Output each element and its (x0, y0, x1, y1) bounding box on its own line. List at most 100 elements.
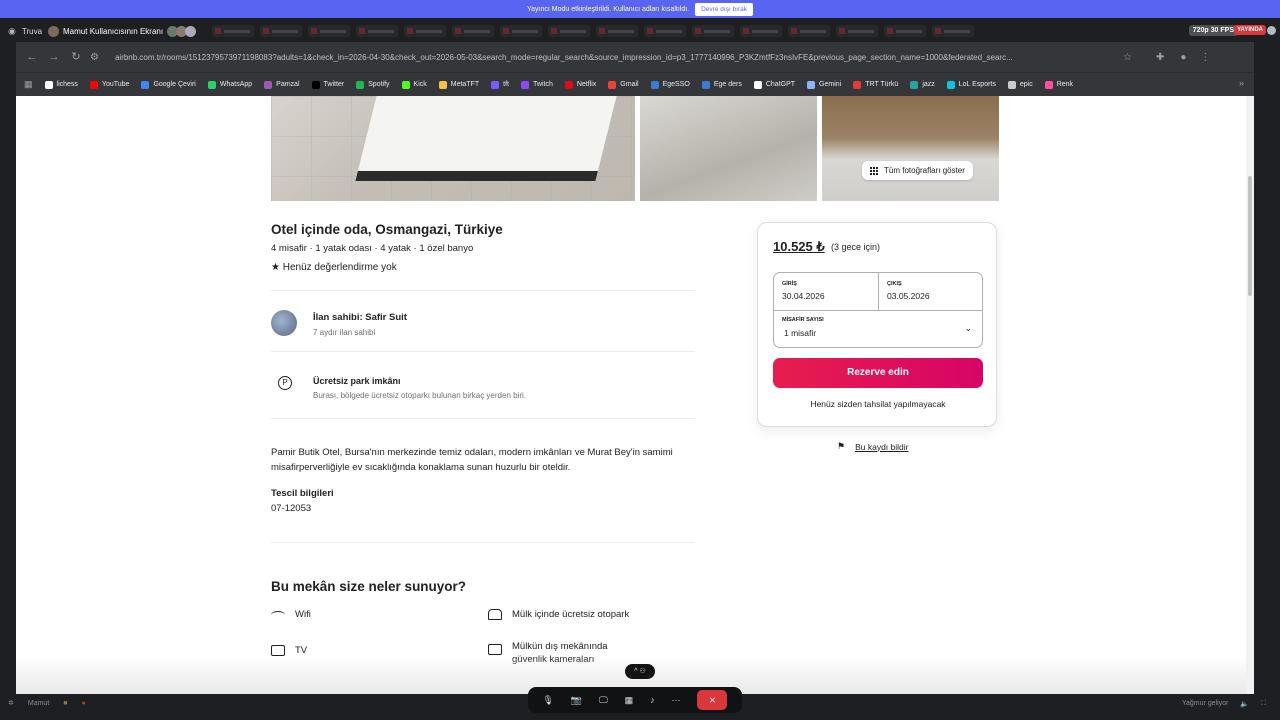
settings-icon[interactable]: ✲ (8, 699, 14, 707)
profile-icon[interactable]: ● (1180, 52, 1186, 63)
weather-label: Yağmur geliyor (1181, 700, 1229, 707)
bookmark-item[interactable]: TRT Türkü (853, 80, 899, 89)
bookmark-item[interactable]: Twitter (311, 80, 344, 89)
bookmark-item[interactable]: Netflix (564, 80, 596, 89)
live-badge: YAYINDA (1234, 25, 1266, 35)
listing-photo-bathroom[interactable] (640, 96, 817, 201)
activities-icon[interactable]: ▦ (625, 695, 634, 706)
tab (548, 25, 591, 37)
disable-streamer-mode-button[interactable]: Devre dışı bırak (695, 2, 753, 16)
amenity-label: Wifi (295, 609, 311, 620)
more-icon[interactable]: ··· (672, 695, 681, 705)
call-controls: 🎙 📷 🖵 ▦ ♪ ··· ⨯ (528, 687, 742, 713)
bookmark-star-icon[interactable]: ☆ (1123, 52, 1132, 63)
bookmark-favicon-icon (650, 80, 659, 89)
soundboard-icon[interactable]: ♪ (650, 695, 655, 705)
bookmark-item[interactable]: WhatsApp (207, 80, 252, 89)
bookmarks-overflow-icon[interactable]: » (1239, 78, 1244, 88)
scrollbar-thumb[interactable] (1248, 176, 1252, 296)
tab (356, 25, 399, 37)
screen-share-icon[interactable]: 🖵 (599, 695, 608, 706)
tab (884, 25, 927, 37)
report-listing-link[interactable]: ⚑ Bu kaydı bildir (837, 441, 908, 452)
bookmarks-bar: ▦ lichess YouTube Google Çeviri WhatsApp Pam… (16, 72, 1254, 96)
bookmark-item[interactable]: Twitch (521, 80, 553, 89)
show-all-photos-button[interactable]: Tüm fotoğrafları göster (862, 161, 973, 180)
bookmark-item[interactable]: YouTube (89, 80, 130, 89)
host-tenure: 7 aydır ilan sahibi (313, 328, 376, 337)
site-info-icon[interactable]: ⚙ (90, 52, 99, 63)
tab (308, 25, 351, 37)
help-icon[interactable] (1267, 26, 1276, 35)
apps-grid-icon[interactable]: ▦ (24, 79, 33, 90)
bookmark-item[interactable]: Gemini (807, 80, 841, 89)
bookmark-label: MetaTFT (450, 81, 480, 88)
tab (500, 25, 543, 37)
tab (404, 25, 447, 37)
bookmark-item[interactable]: EgeSSO (650, 80, 690, 89)
bookmark-item[interactable]: Kick (401, 80, 427, 89)
bookmark-item[interactable]: Spotify (356, 80, 390, 89)
bookmark-item[interactable]: tft (491, 80, 509, 89)
bookmark-item[interactable]: lichess (44, 80, 78, 89)
back-icon[interactable]: ← (26, 51, 38, 63)
bookmark-label: EgeSSO (662, 81, 690, 88)
bookmark-item[interactable]: ChatGPT (753, 80, 795, 89)
volume-icon[interactable]: 🔈 (1240, 700, 1249, 708)
guests-label: MİSAFİR SAYISI (782, 317, 824, 323)
bookmark-item[interactable]: Gmail (608, 80, 639, 89)
menu-icon[interactable]: ⋮ (1200, 52, 1210, 63)
no-charge-note: Henüz sizden tahsilat yapılmayacak (810, 399, 946, 409)
bookmark-label: YouTube (101, 81, 130, 88)
extensions-icon[interactable]: ✚ (1156, 52, 1164, 63)
listing-photo-room[interactable] (822, 96, 999, 201)
amenity-item: Wifi (271, 609, 311, 620)
guests-select[interactable]: 1 misafir (784, 328, 816, 338)
listing-photo-bed[interactable] (271, 96, 635, 201)
report-listing-label: Bu kaydı bildir (855, 441, 909, 452)
bookmark-item[interactable]: Ege ders (701, 80, 742, 89)
taskbar-right: Yağmur geliyor 🔈 ⛶ (1182, 700, 1266, 708)
bookmark-item[interactable]: Renk (1044, 80, 1074, 89)
url-field[interactable]: airbnb.com.tr/rooms/1512379573971198083?… (115, 53, 1115, 62)
discord-top-bar: Yayıncı Modu etkinleştirildi. Kullanıcı … (0, 0, 1280, 20)
browser-tabs-preview (212, 25, 975, 37)
server-name[interactable]: Truva (22, 27, 42, 36)
chevron-down-icon[interactable]: ⌄ (964, 323, 972, 334)
parking-icon: P (278, 376, 292, 390)
bookmark-item[interactable]: epic (1007, 80, 1033, 89)
bookmark-item[interactable]: MetaTFT (438, 80, 480, 89)
bookmark-favicon-icon (438, 80, 447, 89)
browser-window: ← → ↻ ⚙ airbnb.com.tr/rooms/151237957397… (16, 42, 1254, 694)
reload-icon[interactable]: ↻ (70, 51, 82, 63)
camera-icon[interactable]: 📷 (571, 695, 582, 706)
checkout-field[interactable]: 03.05.2026 (887, 291, 930, 301)
taskbar-user[interactable]: Mamut (28, 700, 49, 707)
fullscreen-icon[interactable]: ⛶ (1261, 700, 1266, 708)
bookmark-favicon-icon (564, 80, 573, 89)
bookmark-label: Renk (1056, 81, 1074, 88)
registration-title: Tescil bilgileri (271, 488, 334, 499)
avatar (48, 25, 60, 37)
end-call-button[interactable]: ⨯ (697, 690, 728, 710)
bookmark-item[interactable]: LoL Esports (946, 80, 996, 89)
host-avatar[interactable] (271, 310, 297, 336)
bookmark-favicon-icon (89, 80, 98, 89)
folder-icon[interactable]: ■ (63, 700, 67, 707)
tab (212, 25, 255, 37)
page-scrollbar[interactable] (1246, 96, 1254, 694)
microphone-icon[interactable]: 🎙 (542, 695, 553, 706)
bookmark-label: TRT Türkü (865, 81, 899, 88)
total-price[interactable]: 10.525 ₺ (773, 239, 825, 255)
forward-icon[interactable]: → (48, 51, 60, 63)
expand-participants-button[interactable]: ^ ⚇ (625, 664, 655, 679)
bookmark-item[interactable]: jazz (910, 80, 935, 89)
bookmark-item[interactable]: Google Çeviri (141, 80, 196, 89)
checkin-field[interactable]: 30.04.2026 (782, 291, 825, 301)
bookmark-item[interactable]: Pamzal (264, 80, 300, 89)
chrome-icon[interactable]: ● (82, 700, 86, 707)
reserve-button[interactable]: Rezerve edin (773, 358, 983, 388)
bookmark-label: epic (1019, 81, 1033, 88)
stream-owner[interactable]: Mamut Kullanıcısının Ekranı (48, 25, 197, 37)
bookmark-favicon-icon (1044, 80, 1053, 89)
